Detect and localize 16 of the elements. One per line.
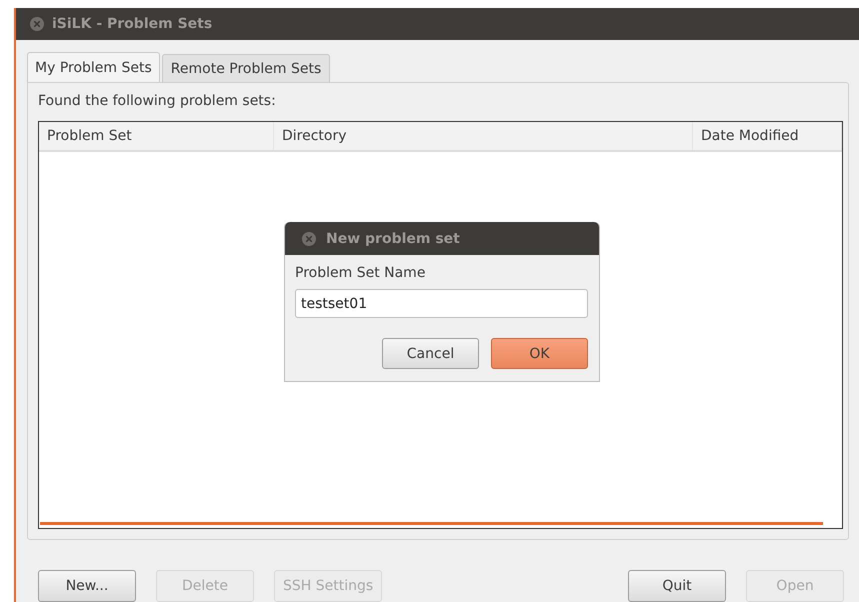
action-button[interactable]: New...	[38, 570, 136, 602]
close-icon[interactable]	[302, 232, 316, 246]
action-button[interactable]: Quit	[628, 570, 726, 602]
column-header[interactable]: Problem Set	[39, 122, 274, 150]
tab[interactable]: Remote Problem Sets	[162, 54, 330, 82]
column-header[interactable]: Date Modified	[693, 122, 842, 150]
tab[interactable]: My Problem Sets	[27, 52, 160, 82]
dialog-title: New problem set	[326, 230, 460, 246]
window-title: iSiLK - Problem Sets	[52, 16, 212, 32]
caption-text: Found the following problem sets:	[38, 93, 277, 109]
dialog-button[interactable]: Cancel	[382, 338, 479, 369]
field-label: Problem Set Name	[295, 265, 426, 281]
input-field[interactable]: testset01	[295, 289, 588, 318]
dialog-button[interactable]: OK	[491, 338, 588, 369]
column-header[interactable]: Directory	[274, 122, 693, 150]
close-icon[interactable]	[30, 17, 44, 31]
